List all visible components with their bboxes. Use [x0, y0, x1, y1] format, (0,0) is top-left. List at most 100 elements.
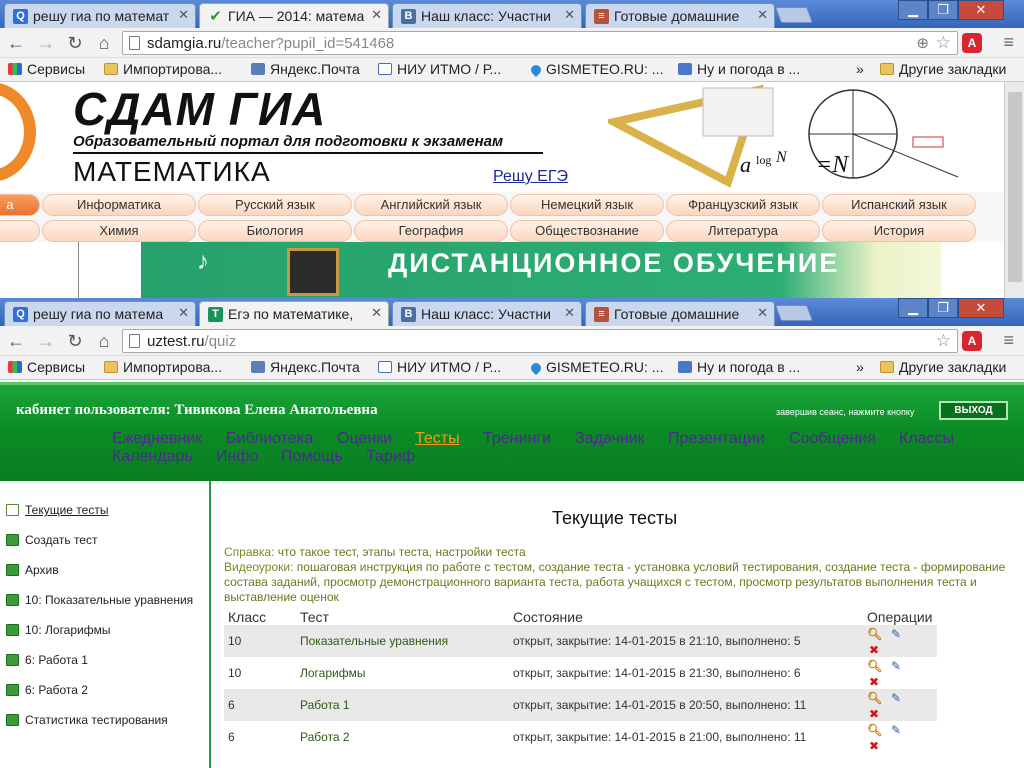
bookmark-services[interactable]: Сервисы [8, 61, 85, 77]
maximize-button[interactable]: ❐ [928, 0, 958, 20]
tab-gotovye-domashnie[interactable]: ≡ Готовые домашние ✕ [585, 301, 775, 326]
tab-reshu-gia[interactable]: Q решу гиа по матема ✕ [4, 301, 196, 326]
forward-arrow-icon[interactable]: → [36, 33, 56, 54]
zoom-icon[interactable]: ⊕ [916, 34, 929, 52]
bookmark-gismeteo[interactable]: GISMETEO.RU: ... [528, 359, 663, 376]
close-tab-icon[interactable]: ✕ [371, 7, 382, 23]
tab-reshu-gia[interactable]: Q решу гиа по математ ✕ [4, 3, 196, 28]
subject-russian[interactable]: Русский язык [198, 194, 352, 216]
subject-biology[interactable]: Биология [198, 220, 352, 242]
tab-gotovye-domashnie[interactable]: ≡ Готовые домашние ✕ [585, 3, 775, 28]
exit-button[interactable]: ВЫХОД [939, 401, 1008, 420]
new-tab-button[interactable] [775, 305, 813, 321]
nav-tariff[interactable]: Тариф [366, 448, 415, 466]
minimize-button[interactable]: ▁ [898, 298, 928, 318]
menu-icon[interactable]: ≡ [1003, 330, 1014, 351]
sidebar-item-work-2[interactable]: 6: Работа 2 [6, 683, 88, 697]
bookmark-pogoda[interactable]: Ну и погода в ... [678, 359, 800, 375]
edit-icon[interactable]: ✎ [889, 724, 903, 737]
magnifier-icon[interactable]: 🔍︎ [867, 724, 882, 737]
nav-trainings[interactable]: Тренинги [483, 430, 551, 448]
bookmarks-overflow[interactable]: » [856, 61, 864, 77]
edit-icon[interactable]: ✎ [889, 628, 903, 641]
reload-icon[interactable]: ↻ [65, 331, 85, 352]
subject-french[interactable]: Французский язык [666, 194, 820, 216]
sidebar-item-logarithms[interactable]: 10: Логарифмы [6, 623, 110, 637]
video-links[interactable]: пошаговая инструкция по работе с тестом,… [224, 560, 1005, 604]
cell-test[interactable]: Логарифмы [296, 657, 509, 689]
forward-arrow-icon[interactable]: → [36, 331, 56, 352]
sidebar-item-work-1[interactable]: 6: Работа 1 [6, 653, 88, 667]
help-links[interactable]: что такое тест, этапы теста, настройки т… [278, 545, 526, 559]
new-tab-button[interactable] [775, 7, 813, 23]
bookmark-imported[interactable]: Импортирова... [104, 61, 222, 77]
nav-calendar[interactable]: Календарь [112, 448, 193, 466]
address-bar[interactable]: sdamgia.ru/teacher?pupil_id=541468 ⊕ ☆ [122, 31, 958, 55]
subject-blank[interactable] [0, 220, 40, 242]
delete-icon[interactable]: ✖ [867, 740, 881, 753]
magnifier-icon[interactable]: 🔍︎ [867, 660, 882, 673]
back-arrow-icon[interactable]: ← [6, 33, 26, 54]
cell-test[interactable]: Работа 2 [296, 721, 509, 753]
subject-history[interactable]: История [822, 220, 976, 242]
close-tab-icon[interactable]: ✕ [564, 305, 575, 321]
bookmarks-overflow[interactable]: » [856, 359, 864, 375]
address-bar[interactable]: uztest.ru/quiz ☆ [122, 329, 958, 353]
cell-test[interactable]: Работа 1 [296, 689, 509, 721]
magnifier-icon[interactable]: 🔍︎ [867, 628, 882, 641]
tab-ege-po-matematike[interactable]: T Егэ по математике, ✕ [199, 301, 389, 327]
bookmark-services[interactable]: Сервисы [8, 359, 85, 375]
page-scrollbar[interactable] [1004, 82, 1024, 298]
close-tab-icon[interactable]: ✕ [178, 7, 189, 23]
close-tab-icon[interactable]: ✕ [178, 305, 189, 321]
menu-icon[interactable]: ≡ [1003, 32, 1014, 53]
url-text[interactable]: uztest.ru/quiz [147, 333, 236, 350]
url-text[interactable]: sdamgia.ru/teacher?pupil_id=541468 [147, 35, 394, 52]
reshu-ege-link[interactable]: Решу ЕГЭ [493, 168, 568, 186]
edit-icon[interactable]: ✎ [889, 660, 903, 673]
distance-learning-banner[interactable]: ♪ ДИСТАНЦИОННОЕ ОБУЧЕНИЕ [141, 242, 941, 298]
bookmark-gismeteo[interactable]: GISMETEO.RU: ... [528, 61, 663, 78]
subject-english[interactable]: Английский язык [354, 194, 508, 216]
bookmark-pogoda[interactable]: Ну и погода в ... [678, 61, 800, 77]
back-arrow-icon[interactable]: ← [6, 331, 26, 352]
close-window-button[interactable]: ✕ [958, 0, 1004, 20]
bookmark-itmo[interactable]: НИУ ИТМО / Р... [378, 61, 501, 77]
scrollbar-thumb[interactable] [1008, 92, 1022, 282]
nav-presentations[interactable]: Презентации [668, 430, 765, 448]
sidebar-item-archive[interactable]: Архив [6, 563, 59, 577]
close-tab-icon[interactable]: ✕ [371, 305, 382, 321]
home-icon[interactable]: ⌂ [94, 331, 114, 352]
subject-math[interactable]: а [0, 194, 40, 216]
subject-social-studies[interactable]: Обществознание [510, 220, 664, 242]
nav-diary[interactable]: Ежедневник [112, 430, 202, 448]
bookmark-itmo[interactable]: НИУ ИТМО / Р... [378, 359, 501, 375]
bookmark-star-icon[interactable]: ☆ [936, 33, 951, 53]
close-window-button[interactable]: ✕ [958, 298, 1004, 318]
sidebar-item-statistics[interactable]: Статистика тестирования [6, 713, 168, 727]
maximize-button[interactable]: ❐ [928, 298, 958, 318]
sidebar-item-create-test[interactable]: Создать тест [6, 533, 97, 547]
nav-grades[interactable]: Оценки [337, 430, 392, 448]
minimize-button[interactable]: ▁ [898, 0, 928, 20]
close-tab-icon[interactable]: ✕ [564, 7, 575, 23]
subject-spanish[interactable]: Испанский язык [822, 194, 976, 216]
close-tab-icon[interactable]: ✕ [757, 7, 768, 23]
subject-german[interactable]: Немецкий язык [510, 194, 664, 216]
subject-geography[interactable]: География [354, 220, 508, 242]
sidebar-item-exponential-equations[interactable]: 10: Показательные уравнения [6, 593, 193, 607]
extension-icon[interactable]: A [962, 331, 982, 351]
home-icon[interactable]: ⌂ [94, 33, 114, 54]
nav-messages[interactable]: Сообщения [789, 430, 876, 448]
nav-info[interactable]: Инфо [216, 448, 258, 466]
bookmark-imported[interactable]: Импортирова... [104, 359, 222, 375]
nav-help[interactable]: Помощь [281, 448, 343, 466]
delete-icon[interactable]: ✖ [867, 708, 881, 721]
close-tab-icon[interactable]: ✕ [757, 305, 768, 321]
subject-chemistry[interactable]: Химия [42, 220, 196, 242]
edit-icon[interactable]: ✎ [889, 692, 903, 705]
tab-nash-klass[interactable]: B Наш класс: Участни ✕ [392, 301, 582, 326]
bookmark-other[interactable]: Другие закладки [880, 359, 1006, 375]
nav-library[interactable]: Библиотека [226, 430, 313, 448]
delete-icon[interactable]: ✖ [867, 676, 881, 689]
